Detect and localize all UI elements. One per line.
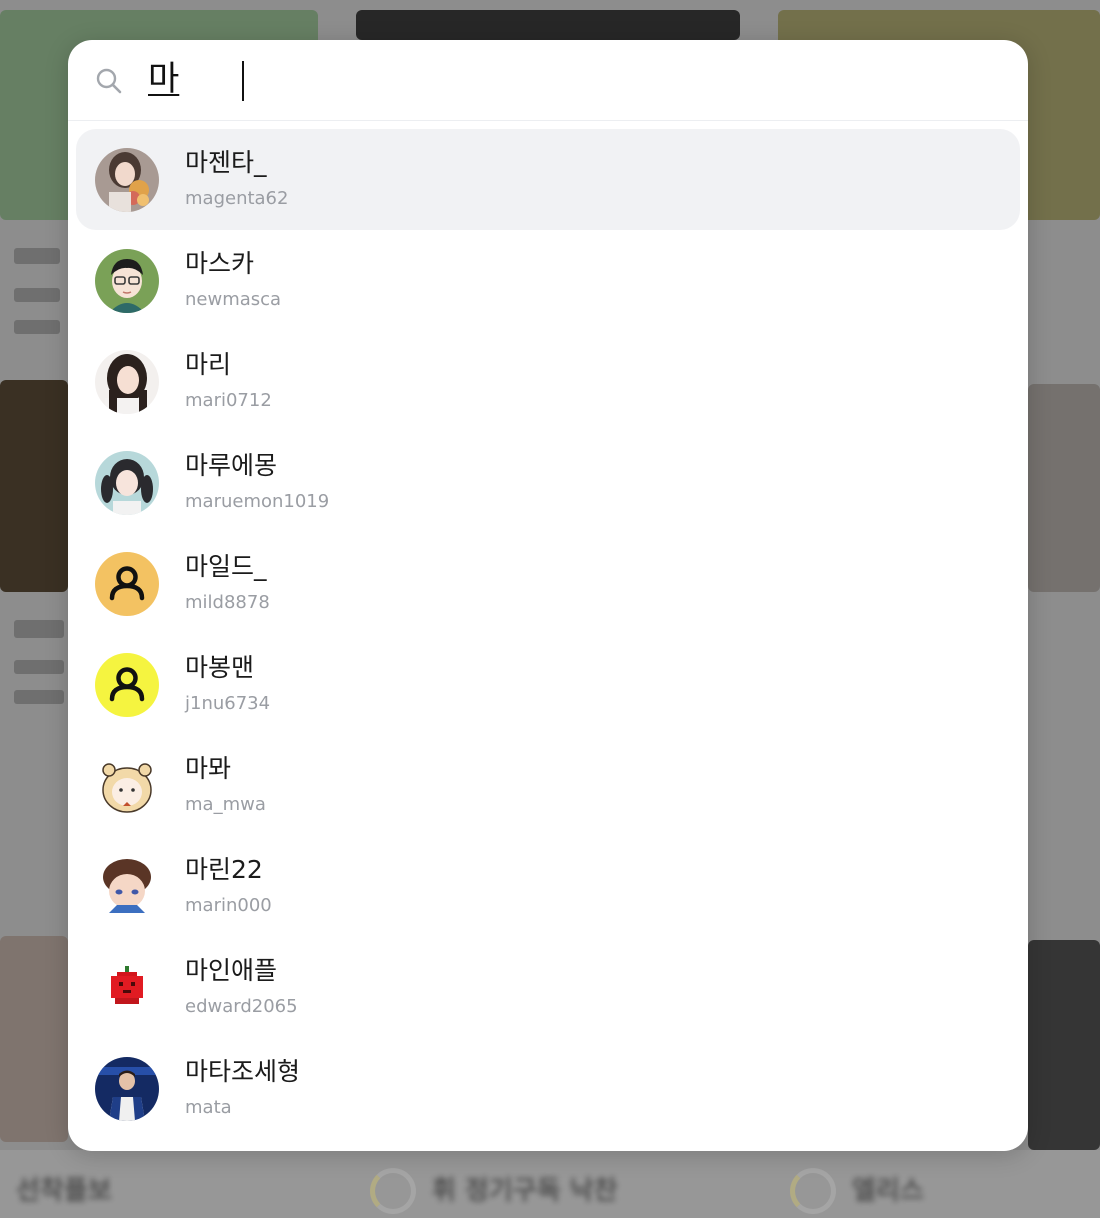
result-handle: ma_mwa — [185, 794, 266, 815]
result-name: 마젠타_ — [185, 148, 267, 177]
result-handle: maruemon1019 — [185, 491, 330, 512]
search-input[interactable]: 마 — [148, 54, 179, 104]
photo-avatar-woman-twintails — [95, 451, 159, 515]
default-user-icon — [95, 653, 159, 717]
photo-avatar-woman — [95, 350, 159, 414]
avatar — [95, 451, 159, 515]
result-handle: edward2065 — [185, 996, 298, 1017]
pixel-apple-avatar — [95, 956, 159, 1020]
result-handle: mild8878 — [185, 592, 270, 613]
result-name: 마루에몽 — [185, 451, 278, 480]
avatar — [95, 956, 159, 1020]
result-name: 마리 — [185, 350, 232, 379]
search-icon — [96, 68, 122, 94]
search-result-item[interactable]: 마뫄 ma_mwa — [76, 735, 1020, 836]
avatar — [95, 754, 159, 818]
cartoon-avatar-hamster-girl — [95, 754, 159, 818]
result-name: 마일드_ — [185, 552, 267, 581]
search-result-item[interactable]: 마젠타_ magenta62 — [76, 129, 1020, 230]
result-name: 마타조세형 — [185, 1057, 301, 1086]
search-results-list: 마젠타_ magenta62 마스카 newmasca 마리 mari0712 … — [76, 129, 1020, 1139]
result-handle: mata — [185, 1097, 232, 1118]
result-handle: marin000 — [185, 895, 272, 916]
avatar — [95, 855, 159, 919]
search-result-item[interactable]: 마일드_ mild8878 — [76, 533, 1020, 634]
default-user-icon — [95, 552, 159, 616]
avatar — [95, 552, 159, 616]
text-caret — [242, 61, 244, 101]
search-result-item[interactable]: 마스카 newmasca — [76, 230, 1020, 331]
cartoon-avatar-glasses-man — [95, 249, 159, 313]
search-result-item[interactable]: 마타조세형 mata — [76, 1038, 1020, 1139]
avatar — [95, 350, 159, 414]
result-name: 마봉맨 — [185, 653, 255, 682]
result-name: 마스카 — [185, 249, 255, 278]
result-handle: newmasca — [185, 289, 282, 310]
search-bar[interactable]: 마 — [68, 40, 1028, 121]
photo-avatar-man-stage — [95, 1057, 159, 1121]
search-result-item[interactable]: 마린22 marin000 — [76, 836, 1020, 937]
search-result-item[interactable]: 마리 mari0712 — [76, 331, 1020, 432]
result-name: 마린22 — [185, 855, 263, 884]
avatar — [95, 1057, 159, 1121]
result-handle: mari0712 — [185, 390, 272, 411]
avatar — [95, 249, 159, 313]
result-name: 마뫄 — [185, 754, 232, 783]
cartoon-avatar-boy — [95, 855, 159, 919]
search-panel: 마 마젠타_ magenta62 마스카 newmasca 마리 mari071… — [68, 40, 1028, 1151]
search-result-item[interactable]: 마인애플 edward2065 — [76, 937, 1020, 1038]
search-result-item[interactable]: 마루에몽 maruemon1019 — [76, 432, 1020, 533]
avatar — [95, 653, 159, 717]
avatar — [95, 148, 159, 212]
photo-avatar-woman-flowers — [95, 148, 159, 212]
search-result-item[interactable]: 마봉맨 j1nu6734 — [76, 634, 1020, 735]
result-handle: j1nu6734 — [185, 693, 271, 714]
result-name: 마인애플 — [185, 956, 278, 985]
result-handle: magenta62 — [185, 188, 289, 209]
